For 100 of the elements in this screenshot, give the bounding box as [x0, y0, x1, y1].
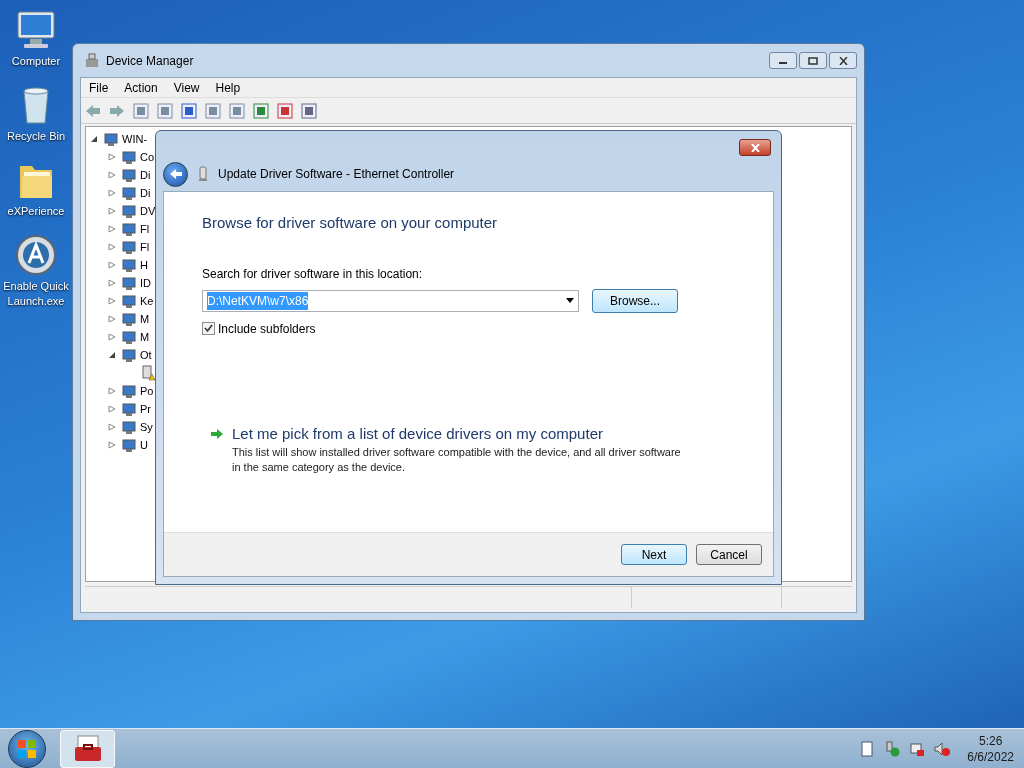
back-button[interactable]	[163, 161, 188, 187]
device-icon	[121, 329, 137, 345]
app-logo-icon	[14, 233, 58, 277]
network-adapter-icon	[198, 166, 208, 182]
tree-item-label[interactable]: Co	[140, 148, 155, 166]
device-icon	[121, 185, 137, 201]
device-icon	[121, 293, 137, 309]
window-title: Device Manager	[106, 52, 194, 70]
back-arrow-icon[interactable]	[85, 102, 101, 119]
expand-arrow-icon[interactable]	[108, 441, 116, 449]
expand-arrow-icon[interactable]	[108, 153, 116, 161]
close-icon	[750, 143, 760, 152]
speaker-muted-icon[interactable]	[934, 740, 951, 757]
dialog-title: Update Driver Software - Ethernet Controller	[218, 166, 455, 183]
tree-item-label[interactable]: WIN-	[122, 130, 148, 148]
maximize-button[interactable]	[799, 52, 827, 69]
tree-item-label[interactable]: Po	[140, 382, 154, 400]
expand-arrow-icon[interactable]	[108, 207, 116, 215]
forward-arrow-icon[interactable]	[109, 102, 125, 119]
expand-arrow-icon[interactable]	[108, 387, 116, 395]
tree-item-label[interactable]: ID	[140, 274, 151, 292]
cancel-button[interactable]: Cancel	[696, 544, 762, 565]
device-check-icon[interactable]	[884, 740, 901, 757]
maximize-icon	[808, 56, 818, 65]
right-arrow-icon	[210, 427, 224, 440]
menu-item[interactable]: Action	[124, 78, 158, 97]
expand-arrow-icon[interactable]	[108, 405, 116, 413]
tree-item-label[interactable]: M	[140, 310, 150, 328]
toolbar-icon[interactable]	[253, 102, 269, 119]
device-icon	[121, 437, 137, 453]
desktop-icon-label[interactable]: Recycle Bin	[6, 129, 66, 144]
collapse-arrow-icon[interactable]	[108, 351, 116, 359]
close-icon	[838, 56, 848, 65]
document-icon[interactable]	[859, 740, 876, 757]
device-icon	[121, 149, 137, 165]
collapse-arrow-icon[interactable]	[90, 135, 98, 143]
expand-arrow-icon[interactable]	[108, 423, 116, 431]
expand-arrow-icon[interactable]	[108, 243, 116, 251]
desktop-icon-label[interactable]: Computer	[11, 54, 61, 69]
tree-item-label[interactable]: U	[140, 436, 148, 454]
toolbox-icon	[72, 734, 103, 763]
device-icon	[121, 257, 137, 273]
expand-arrow-icon[interactable]	[108, 333, 116, 341]
toolbar-icon[interactable]	[301, 102, 317, 119]
desktop-icon-label[interactable]: Enable Quick Launch.exe	[1, 279, 71, 309]
close-button[interactable]	[739, 139, 771, 156]
minimize-button[interactable]	[769, 52, 797, 69]
menu-item[interactable]: Help	[215, 78, 241, 97]
device-icon	[121, 347, 137, 363]
warning-device-icon[interactable]	[140, 365, 156, 381]
network-error-icon[interactable]	[909, 740, 926, 757]
pick-from-list-link[interactable]: Let me pick from a list of device drivers on my computer	[232, 422, 692, 445]
expand-arrow-icon[interactable]	[108, 297, 116, 305]
toolbar-icon[interactable]	[277, 102, 293, 119]
expand-arrow-icon[interactable]	[108, 261, 116, 269]
expand-arrow-icon[interactable]	[108, 279, 116, 287]
device-icon	[121, 401, 137, 417]
start-button[interactable]	[8, 729, 46, 768]
location-value: D:\NetKVM\w7\x86	[207, 291, 309, 310]
device-manager-icon	[84, 52, 100, 69]
device-icon	[121, 203, 137, 219]
device-icon	[121, 275, 137, 291]
tree-item-label[interactable]: Pr	[140, 400, 151, 418]
location-label: Search for driver software in this location:	[202, 265, 424, 283]
tree-item-label[interactable]: H	[140, 256, 148, 274]
tree-item-label[interactable]: Sy	[140, 418, 153, 436]
checkbox-label[interactable]: Include subfolders	[218, 319, 316, 338]
device-icon	[121, 221, 137, 237]
menu-item[interactable]: View	[173, 78, 200, 97]
taskbar-app-button[interactable]	[60, 729, 115, 768]
browse-button[interactable]: Browse...	[592, 288, 678, 313]
expand-arrow-icon[interactable]	[108, 171, 116, 179]
device-icon	[121, 383, 137, 399]
dropdown-arrow-icon[interactable]	[566, 298, 574, 303]
desktop-icon-label[interactable]: eXPerience	[7, 204, 65, 219]
close-button[interactable]	[829, 52, 857, 69]
expand-arrow-icon[interactable]	[108, 225, 116, 233]
toolbar-icon[interactable]	[229, 102, 245, 119]
expand-arrow-icon[interactable]	[108, 189, 116, 197]
expand-arrow-icon[interactable]	[108, 315, 116, 323]
tree-item-label[interactable]: DV	[140, 202, 156, 220]
tree-item-label[interactable]: Di	[140, 184, 151, 202]
checkbox[interactable]	[202, 322, 215, 335]
tree-item-label[interactable]: Fl	[140, 220, 150, 238]
help-icon[interactable]	[181, 102, 197, 119]
tree-item-label[interactable]: Fl	[140, 238, 150, 256]
tree-item-label[interactable]: M	[140, 328, 150, 346]
tree-item-label[interactable]: Di	[140, 166, 151, 184]
toolbar-icon[interactable]	[205, 102, 221, 119]
tree-item-label[interactable]: Ke	[140, 292, 154, 310]
toolbar-icon[interactable]	[133, 102, 149, 119]
back-arrow-icon	[168, 168, 183, 180]
tree-item-label[interactable]: Ot	[140, 346, 152, 364]
pick-option-description: This list will show installed driver software compatible with the device, and all driver software in the same category as the device.	[232, 445, 682, 475]
device-icon	[121, 239, 137, 255]
clock-time[interactable]: 5:26	[978, 732, 1003, 749]
menu-item[interactable]: File	[89, 78, 109, 97]
toolbar-icon[interactable]	[157, 102, 173, 119]
clock-date[interactable]: 6/6/2022	[967, 748, 1014, 765]
next-button[interactable]: Next	[621, 544, 687, 565]
